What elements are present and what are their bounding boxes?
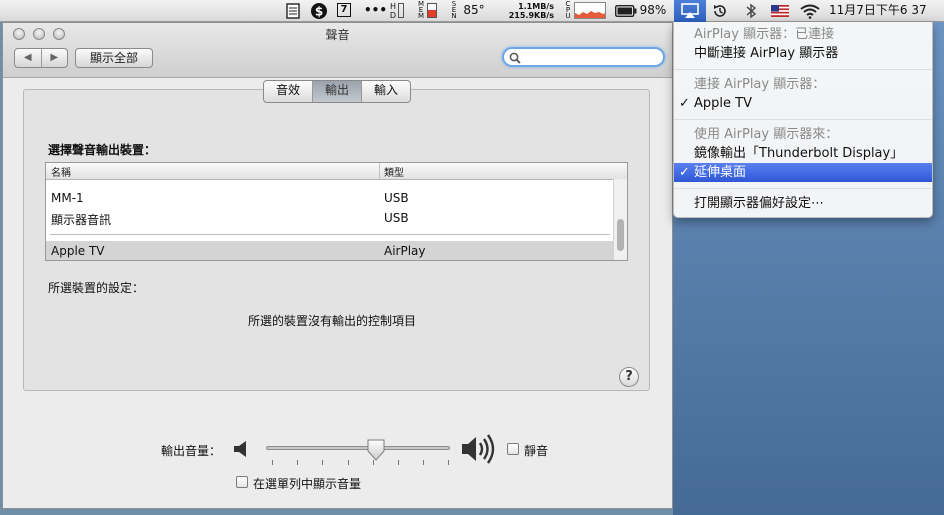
output-device-list[interactable]: 名稱 類型 MM-1 USB 顯示器音訊 USB Apple TV AirPla… — [45, 162, 628, 261]
menu-item-label: Apple TV — [694, 96, 752, 111]
network-meter[interactable]: 1.1MB/s 215.9KB/s — [502, 2, 554, 23]
menu-item-label: 延伸桌面 — [694, 165, 747, 180]
show-volume-in-menubar-checkbox[interactable] — [236, 476, 248, 488]
list-divider — [50, 234, 610, 235]
search-icon — [509, 52, 521, 64]
menu-item-apple-tv[interactable]: ✓ Apple TV — [674, 94, 932, 113]
menu-item-mirror[interactable]: 鏡像輸出「Thunderbolt Display」 — [674, 144, 932, 163]
scrollbar-thumb[interactable] — [617, 219, 624, 251]
column-separator — [379, 163, 380, 179]
tab-bar: 音效 輸出 輸入 — [263, 80, 412, 103]
help-button[interactable]: ? — [619, 367, 639, 387]
select-output-label: 選擇聲音輸出裝置： — [48, 143, 157, 157]
menu-item-open-display-prefs[interactable]: 打開顯示器偏好設定⋯ — [674, 194, 932, 213]
mute-label: 靜音 — [524, 444, 549, 458]
menu-item-extend-desktop[interactable]: ✓ 延伸桌面 — [674, 163, 932, 182]
dollar-icon[interactable]: $ — [309, 0, 329, 21]
clock[interactable]: 11月7日下午6 37 — [829, 0, 944, 21]
list-scrollbar[interactable] — [613, 179, 627, 260]
show-all-button[interactable]: 顯示全部 — [75, 48, 153, 68]
device-name: MM-1 — [51, 191, 84, 205]
more-icon[interactable]: ••• — [364, 0, 387, 21]
cpu-label: CPU — [565, 0, 571, 20]
hd-meter[interactable] — [398, 3, 404, 18]
device-name: Apple TV — [51, 244, 105, 258]
mute-checkbox[interactable] — [507, 443, 519, 455]
memory-meter[interactable] — [427, 3, 437, 18]
calendar-icon[interactable]: 7 — [337, 0, 355, 21]
mem-label: MEM — [417, 0, 425, 20]
battery-icon[interactable] — [614, 0, 638, 21]
volume-high-icon — [461, 433, 497, 469]
battery-percent: 98% — [639, 3, 667, 17]
slider-tick — [322, 460, 323, 465]
bluetooth-icon[interactable] — [741, 0, 761, 21]
checkmark-icon: ✓ — [679, 96, 690, 111]
wifi-icon[interactable] — [799, 0, 821, 21]
use-header: 使用 AirPlay 顯示器來： — [694, 127, 839, 142]
back-forward-buttons: ◀ ▶ — [14, 48, 68, 68]
tab-input[interactable]: 輸入 — [362, 81, 410, 102]
cpu-graph[interactable] — [574, 2, 606, 19]
output-volume-label: 輸出音量： — [161, 444, 222, 458]
device-settings-label: 所選裝置的設定： — [48, 281, 145, 295]
slider-tick — [272, 460, 273, 465]
slider-tick — [423, 460, 424, 465]
time-machine-icon[interactable] — [710, 0, 730, 21]
window-titlebar: 聲音 ◀ ▶ 顯示全部 — [3, 23, 672, 78]
airplay-dropdown-menu: AirPlay 顯示器：已連接 中斷連接 AirPlay 顯示器 連接 AirP… — [673, 22, 933, 218]
slider-tick — [297, 460, 298, 465]
menu-item-disconnect[interactable]: 中斷連接 AirPlay 顯示器 — [674, 44, 932, 63]
volume-slider-knob[interactable] — [366, 439, 386, 463]
device-name: 顯示器音訊 — [51, 213, 112, 227]
airplay-menu-icon[interactable] — [674, 0, 706, 22]
airplay-status: AirPlay 顯示器：已連接 — [694, 27, 835, 42]
menu-separator — [674, 188, 932, 189]
temperature-reading[interactable]: 85° — [461, 0, 487, 21]
tab-output[interactable]: 輸出 — [313, 81, 363, 102]
volume-slider-track[interactable] — [266, 446, 450, 450]
tab-sound-effects[interactable]: 音效 — [264, 81, 314, 102]
back-button[interactable]: ◀ — [15, 49, 42, 67]
search-input[interactable] — [502, 47, 665, 67]
slider-tick — [398, 460, 399, 465]
notepad-icon[interactable] — [285, 0, 301, 21]
network-upload: 1.1MB/s — [518, 2, 554, 11]
checkmark-icon: ✓ — [679, 165, 690, 180]
hd-label: HD — [389, 2, 397, 20]
volume-low-icon — [233, 439, 249, 463]
column-name[interactable]: 名稱 — [51, 164, 71, 179]
table-row-selected[interactable]: Apple TV AirPlay — [46, 241, 614, 260]
device-type: AirPlay — [384, 244, 426, 258]
table-row[interactable]: MM-1 USB — [46, 188, 614, 208]
device-type: USB — [384, 191, 409, 205]
menu-separator — [674, 69, 932, 70]
calendar-day: 7 — [337, 3, 351, 17]
connect-header: 連接 AirPlay 顯示器： — [694, 77, 826, 92]
no-controls-message: 所選的裝置沒有輸出的控制項目 — [248, 314, 417, 328]
list-header: 名稱 類型 — [46, 163, 627, 180]
device-type: USB — [384, 211, 409, 225]
menu-separator — [674, 119, 932, 120]
show-volume-in-menubar-label: 在選單列中顯示音量 — [253, 477, 362, 491]
forward-button[interactable]: ▶ — [42, 49, 68, 67]
column-type[interactable]: 類型 — [384, 164, 404, 179]
svg-text:$: $ — [315, 5, 323, 19]
network-download: 215.9KB/s — [508, 11, 554, 20]
menu-bar: $ 7 ••• HD MEM SEN 85° 1.1MB/s 215.9KB/s… — [0, 0, 944, 22]
us-flag-icon[interactable] — [769, 0, 791, 21]
sensor-label: SEN — [451, 0, 457, 20]
slider-tick — [448, 460, 449, 465]
slider-tick — [348, 460, 349, 465]
table-row[interactable]: 顯示器音訊 USB — [46, 208, 614, 228]
window-title: 聲音 — [325, 28, 350, 42]
